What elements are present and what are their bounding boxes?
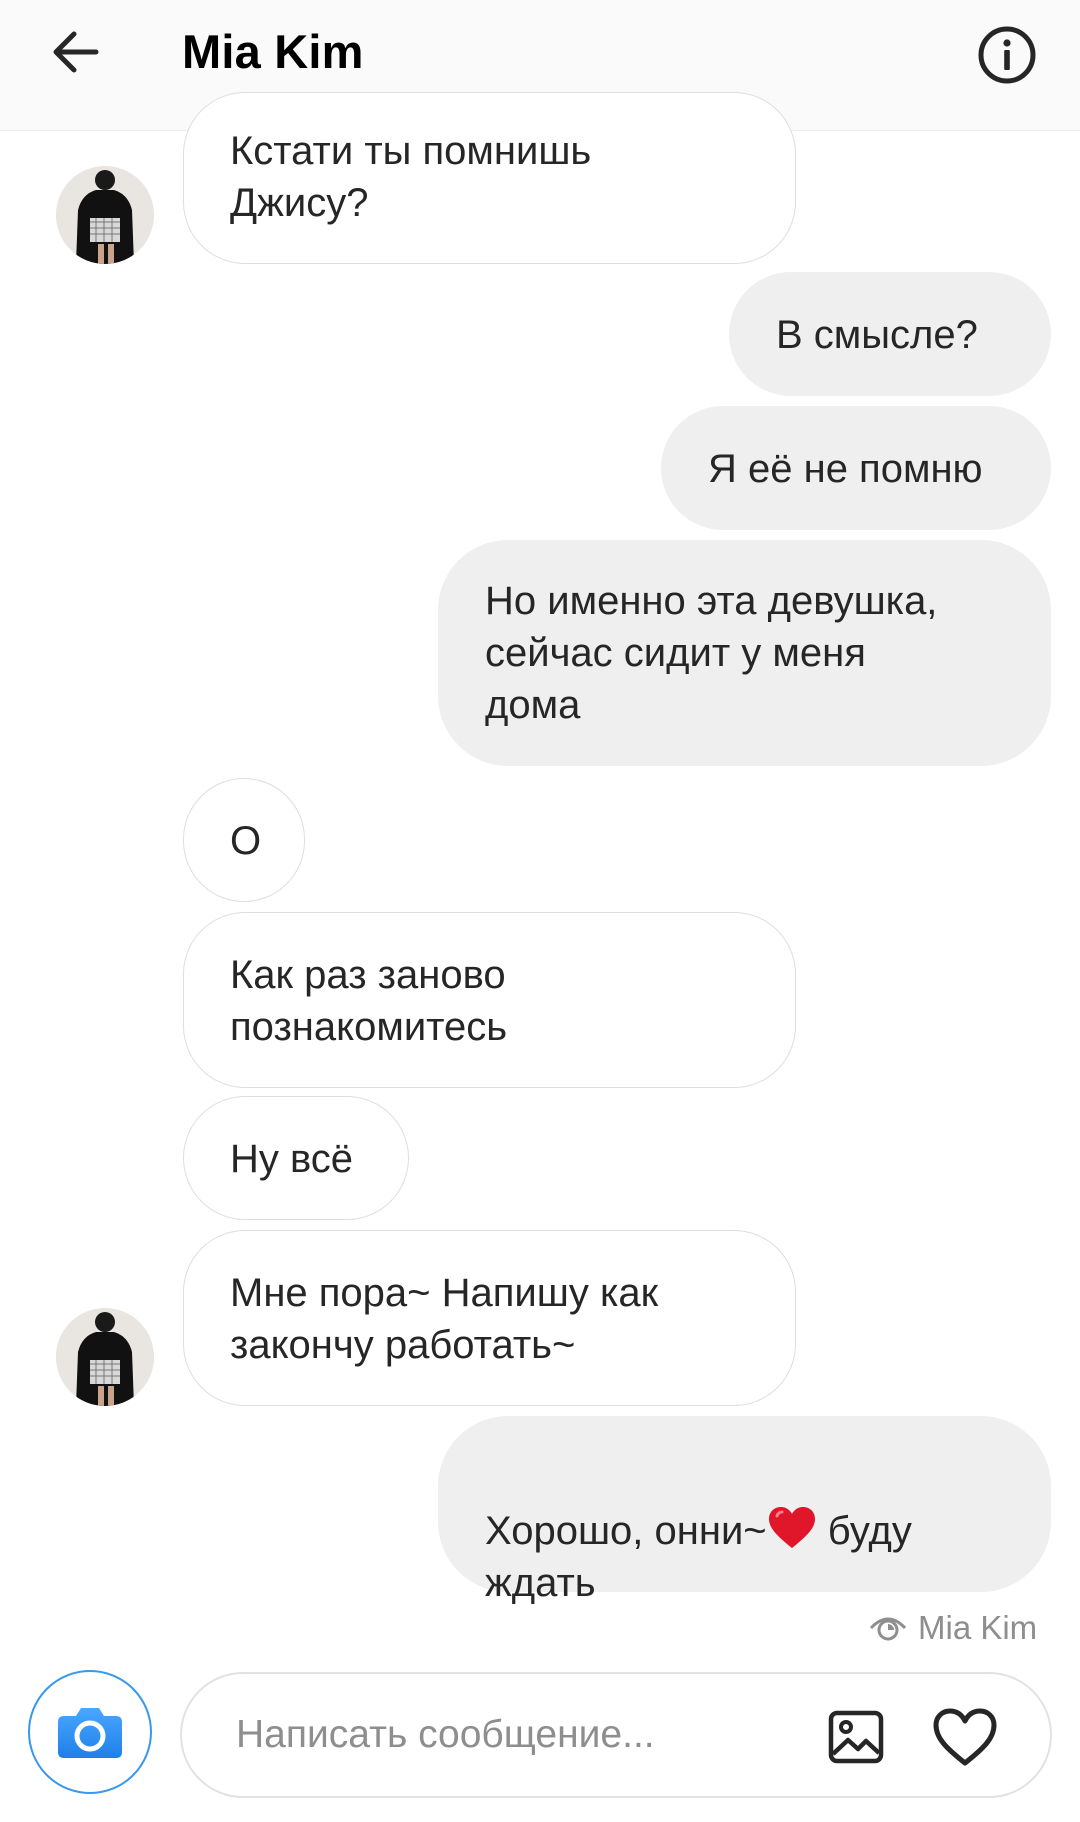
- like-button[interactable]: [932, 1708, 998, 1768]
- info-circle-icon: [978, 26, 1036, 84]
- message-bubble-incoming[interactable]: О: [183, 778, 305, 902]
- chat-title[interactable]: Mia Kim: [182, 24, 364, 79]
- message-bubble-incoming[interactable]: Ну всё: [183, 1096, 409, 1220]
- gallery-button[interactable]: [828, 1710, 884, 1764]
- message-bubble-incoming[interactable]: Как раз заново познакомитесь: [183, 912, 796, 1088]
- message-input[interactable]: [234, 1702, 758, 1768]
- avatar[interactable]: [56, 1308, 154, 1406]
- message-bubble-outgoing[interactable]: Но именно эта девушка, сейчас сидит у ме…: [438, 540, 1051, 766]
- image-icon: [828, 1710, 884, 1764]
- camera-icon: [58, 1708, 122, 1758]
- message-bubble-incoming[interactable]: Мне пора~ Напишу как закончу работать~: [183, 1230, 796, 1406]
- message-text: Хорошо, онни~: [485, 1509, 767, 1553]
- message-bubble-outgoing[interactable]: В смысле?: [729, 272, 1051, 396]
- message-bubble-incoming[interactable]: Кстати ты помнишь Джису?: [183, 92, 796, 264]
- seen-label: Mia Kim: [918, 1609, 1038, 1646]
- message-composer: [180, 1672, 1052, 1798]
- back-button[interactable]: [44, 22, 114, 82]
- seen-indicator: Mia Kim: [868, 1606, 1037, 1650]
- info-button[interactable]: [976, 24, 1038, 86]
- message-bubble-outgoing[interactable]: Хорошо, онни~ буду ждать: [438, 1416, 1051, 1605]
- avatar-photo: [56, 1308, 154, 1406]
- red-heart-emoji-icon: [768, 1507, 815, 1548]
- heart-icon: [933, 1708, 997, 1766]
- avatar[interactable]: [56, 166, 154, 264]
- avatar-photo: [56, 166, 154, 264]
- camera-button[interactable]: [28, 1670, 152, 1794]
- arrow-left-icon: [53, 31, 99, 73]
- message-bubble-outgoing[interactable]: Я её не помню: [661, 406, 1051, 530]
- eye-icon: [869, 1617, 907, 1641]
